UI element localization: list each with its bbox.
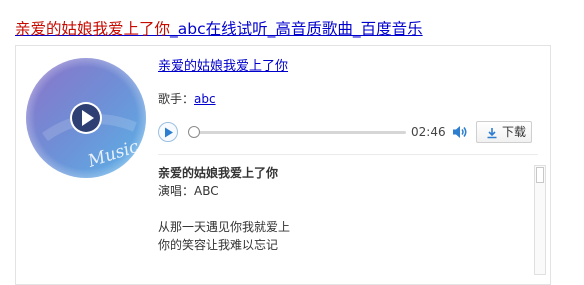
singer-row: 歌手：abc <box>158 90 216 108</box>
song-title-link[interactable]: 亲爱的姑娘我爱上了你 <box>158 58 288 76</box>
scrollbar-thumb[interactable] <box>536 167 544 183</box>
volume-icon[interactable] <box>452 125 468 139</box>
music-player-card: Music 亲爱的姑娘我爱上了你 歌手：abc 02:46 下载 亲爱的姑娘我爱… <box>15 45 551 285</box>
duration-time: 02:46 <box>411 125 446 139</box>
title-rest: _abc在线试听_高音质歌曲_百度音乐 <box>170 20 423 38</box>
divider <box>158 154 538 155</box>
singer-label: 歌手： <box>158 92 195 106</box>
album-cover[interactable]: Music <box>25 57 147 179</box>
search-result-title-link[interactable]: 亲爱的姑娘我爱上了你_abc在线试听_高音质歌曲_百度音乐 <box>15 18 423 40</box>
download-icon <box>487 128 497 139</box>
singer-link[interactable]: abc <box>194 92 216 106</box>
progress-track[interactable] <box>199 131 406 134</box>
audio-player: 02:46 下载 <box>158 120 532 144</box>
lyrics-line: 从那一天遇见你我就爱上 <box>158 220 291 234</box>
lyrics-panel: 亲爱的姑娘我爱上了你 演唱：ABC 从那一天遇见你我就爱上 你的笑容让我难以忘记 <box>158 164 532 274</box>
play-button[interactable] <box>158 122 178 142</box>
lyrics-line: 你的笑容让我难以忘记 <box>158 238 279 252</box>
download-label: 下载 <box>502 125 527 139</box>
progress-knob[interactable] <box>188 126 200 138</box>
play-icon <box>165 127 173 138</box>
lyrics-performer: 演唱：ABC <box>158 184 219 198</box>
lyrics-spacer <box>158 200 532 218</box>
download-button[interactable]: 下载 <box>476 121 532 143</box>
title-highlight: 亲爱的姑娘我爱上了你 <box>15 20 171 38</box>
lyrics-scrollbar[interactable] <box>534 165 546 275</box>
lyrics-title: 亲爱的姑娘我爱上了你 <box>158 166 279 180</box>
